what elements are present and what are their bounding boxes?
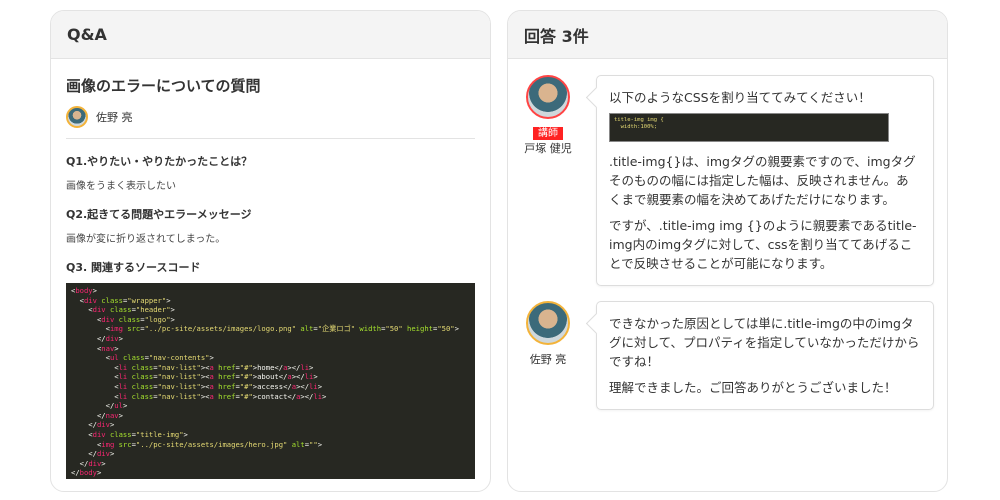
- code-line: <div class="title-img">: [71, 429, 188, 439]
- answer-paragraph: .title-img{}は、imgタグの親要素ですので、imgタグそのものの幅に…: [609, 154, 916, 207]
- avatar[interactable]: [526, 301, 570, 345]
- answer-1: 画像をうまく表示したい: [66, 181, 176, 192]
- code-line: <div class="header">: [71, 305, 175, 315]
- question-2: Q2.起きてる問題やエラーメッセージ: [66, 208, 252, 221]
- avatar[interactable]: [526, 75, 570, 119]
- code-line: width:100%;: [614, 124, 658, 130]
- css-code-snippet: title-img img { width:100%;: [609, 113, 889, 142]
- code-line: </body>: [71, 468, 102, 478]
- code-line: <li class="nav-list"><a href="#">home</a…: [71, 362, 314, 372]
- code-line: </div>: [71, 449, 115, 459]
- answers-panel: 回答 3件 講師 戸塚 健児 以下のようなCSSを割り当ててみてください！ ti…: [507, 10, 948, 492]
- code-line: <li class="nav-list"><a href="#">about</…: [71, 372, 318, 382]
- answer-2: 画像が変に折り返されてしまった。: [66, 234, 226, 245]
- code-line: </div>: [71, 420, 115, 430]
- code-line: <div class="logo">: [71, 314, 175, 324]
- author-name[interactable]: 戸塚 健児: [524, 140, 572, 156]
- code-line: <li class="nav-list"><a href="#">contact…: [71, 391, 327, 401]
- answers-header: 回答 3件: [508, 11, 947, 59]
- avatar[interactable]: [66, 106, 88, 128]
- answer-author: 講師 戸塚 健児: [524, 75, 572, 156]
- answer-bubble: 以下のようなCSSを割り当ててみてください！ title-img img { w…: [596, 75, 934, 286]
- question-author: 佐野 亮: [66, 106, 475, 139]
- answer-paragraph: できなかった原因としては単に.title-imgの中のimgタグに対して、プロパ…: [609, 316, 920, 369]
- answer-bubble: できなかった原因としては単に.title-imgの中のimgタグに対して、プロパ…: [596, 301, 934, 410]
- code-line: <body>: [71, 286, 97, 295]
- code-line: <img src="../pc-site/assets/images/logo.…: [71, 324, 459, 334]
- code-line: </nav>: [71, 410, 123, 420]
- code-line: title-img img {: [614, 117, 664, 123]
- code-line: <ul class="nav-contents">: [71, 353, 214, 363]
- qa-header: Q&A: [51, 11, 490, 59]
- question-title: 画像のエラーについての質問: [66, 77, 261, 95]
- qa-panel: Q&A 画像のエラーについての質問 佐野 亮 Q1.やりたい・やりたかったことは…: [50, 10, 491, 492]
- question-1: Q1.やりたい・やりたかったことは？: [66, 155, 253, 168]
- code-line: </ul>: [71, 401, 128, 411]
- answer-intro: 以下のようなCSSを割り当ててみてください！: [609, 90, 871, 105]
- code-line: </div>: [71, 333, 123, 343]
- instructor-badge: 講師: [533, 127, 563, 140]
- code-line: <div class="wrapper">: [71, 295, 171, 305]
- author-name[interactable]: 佐野 亮: [96, 109, 133, 125]
- source-code-block: <body> <div class="wrapper"> <div class=…: [66, 283, 475, 479]
- answer-author: 佐野 亮: [524, 301, 572, 367]
- code-line: </div>: [71, 458, 106, 468]
- code-line: <nav>: [71, 343, 119, 353]
- code-line: <img src="../pc-site/assets/images/hero.…: [71, 439, 323, 449]
- question-3: Q3. 関連するソースコード: [66, 261, 201, 274]
- author-name[interactable]: 佐野 亮: [524, 351, 572, 367]
- answer-paragraph: ですが、.title-img img {}のように親要素であるtitle-img…: [609, 218, 917, 271]
- answer-paragraph: 理解できました。ご回答ありがとうございました！: [609, 380, 897, 395]
- code-line: <li class="nav-list"><a href="#">access<…: [71, 381, 323, 391]
